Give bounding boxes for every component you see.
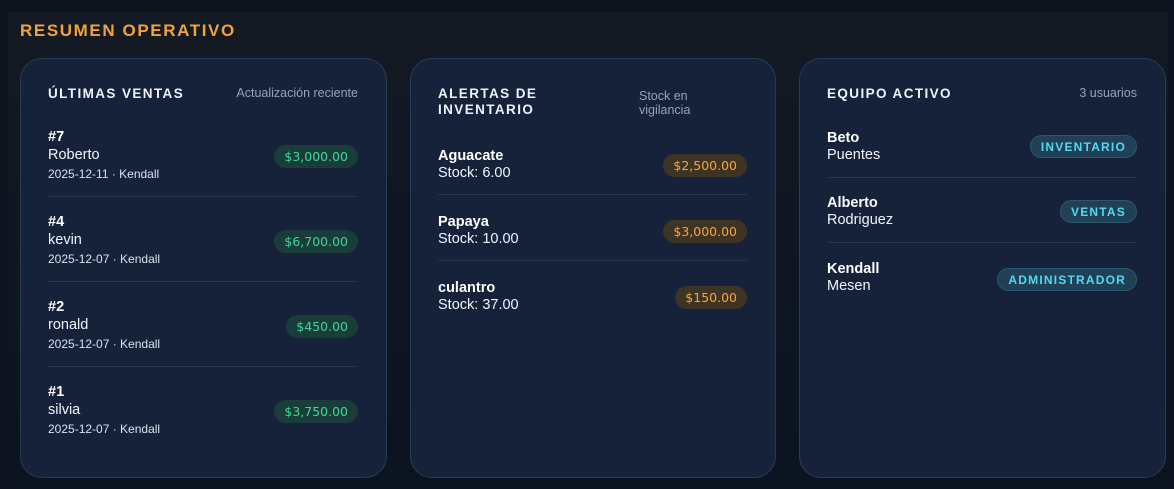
sale-amount-badge: $3,750.00	[274, 400, 358, 423]
product-name: culantro	[438, 280, 496, 296]
sale-row[interactable]: #2 ronald 2025-12-07 · Kendall $450.00	[48, 299, 358, 367]
team-member[interactable]: Beto Puentes INVENTARIO	[827, 130, 1137, 178]
sale-row[interactable]: #1 silvia 2025-12-07 · Kendall $3,750.00	[48, 384, 358, 444]
sale-id: #4	[48, 214, 65, 230]
sale-id: #1	[48, 384, 65, 400]
inventory-alerts-card: ALERTAS DE INVENTARIO Stock en vigilanci…	[410, 58, 776, 478]
role-badge: INVENTARIO	[1029, 135, 1137, 158]
sale-amount-badge: $450.00	[286, 315, 358, 338]
inventory-item[interactable]: Papaya Stock: 10.00 $3,000.00	[438, 214, 747, 261]
sale-meta: 2025-12-07 · Kendall	[48, 337, 161, 351]
sale-meta: 2025-12-11 · Kendall	[48, 167, 160, 181]
sale-row[interactable]: #4 kevin 2025-12-07 · Kendall $6,700.00	[48, 214, 358, 282]
card-title: ALERTAS DE INVENTARIO	[438, 86, 537, 118]
sale-amount-badge: $3,000.00	[274, 145, 358, 168]
role-badge: VENTAS	[1060, 200, 1137, 223]
product-stock: Stock: 10.00	[438, 231, 519, 247]
active-team-card: EQUIPO ACTIVO 3 usuarios Beto Puentes IN…	[799, 58, 1166, 478]
product-price-badge: $3,000.00	[663, 220, 747, 243]
product-name: Aguacate	[438, 148, 504, 164]
member-first-name: Alberto	[827, 195, 878, 211]
team-member[interactable]: Kendall Mesen ADMINISTRADOR	[827, 261, 1137, 301]
card-subtitle: Stock en vigilancia	[639, 89, 690, 117]
sale-customer: Roberto	[48, 147, 100, 163]
product-price-badge: $2,500.00	[663, 154, 747, 177]
member-last-name: Mesen	[827, 278, 871, 294]
sale-meta: 2025-12-07 · Kendall	[48, 422, 161, 436]
sale-customer: kevin	[48, 232, 82, 248]
latest-sales-card: ÚLTIMAS VENTAS Actualización reciente #7…	[20, 58, 387, 478]
member-last-name: Puentes	[827, 147, 881, 163]
sale-meta: 2025-12-07 · Kendall	[48, 252, 161, 266]
product-price-badge: $150.00	[675, 286, 747, 309]
product-stock: Stock: 6.00	[438, 165, 511, 181]
sale-id: #2	[48, 299, 65, 315]
member-first-name: Kendall	[827, 261, 880, 277]
inventory-item[interactable]: culantro Stock: 37.00 $150.00	[438, 280, 747, 320]
member-last-name: Rodriguez	[827, 212, 894, 228]
team-member[interactable]: Alberto Rodriguez VENTAS	[827, 195, 1137, 243]
product-stock: Stock: 37.00	[438, 297, 519, 313]
card-subtitle-line: Stock en	[639, 89, 688, 103]
member-first-name: Beto	[827, 130, 860, 146]
card-subtitle: Actualización reciente	[236, 86, 358, 100]
card-title: EQUIPO ACTIVO	[827, 86, 952, 101]
sale-customer: silvia	[48, 402, 81, 418]
section-title: RESUMEN OPERATIVO	[20, 21, 236, 40]
card-subtitle-line: vigilancia	[639, 103, 691, 117]
sale-id: #7	[48, 129, 65, 145]
role-badge: ADMINISTRADOR	[997, 268, 1137, 291]
product-name: Papaya	[438, 214, 489, 230]
card-title-line: ALERTAS DE	[438, 86, 538, 101]
card-title: ÚLTIMAS VENTAS	[48, 86, 185, 101]
sale-amount-badge: $6,700.00	[274, 230, 358, 253]
sale-row[interactable]: #7 Roberto 2025-12-11 · Kendall $3,000.0…	[48, 129, 358, 197]
card-title-line: INVENTARIO	[438, 102, 535, 117]
sale-customer: ronald	[48, 317, 89, 333]
dashboard-summary: RESUMEN OPERATIVO ÚLTIMAS VENTAS Actuali…	[8, 12, 1168, 489]
inventory-item[interactable]: Aguacate Stock: 6.00 $2,500.00	[438, 148, 747, 195]
card-subtitle: 3 usuarios	[1079, 86, 1137, 100]
